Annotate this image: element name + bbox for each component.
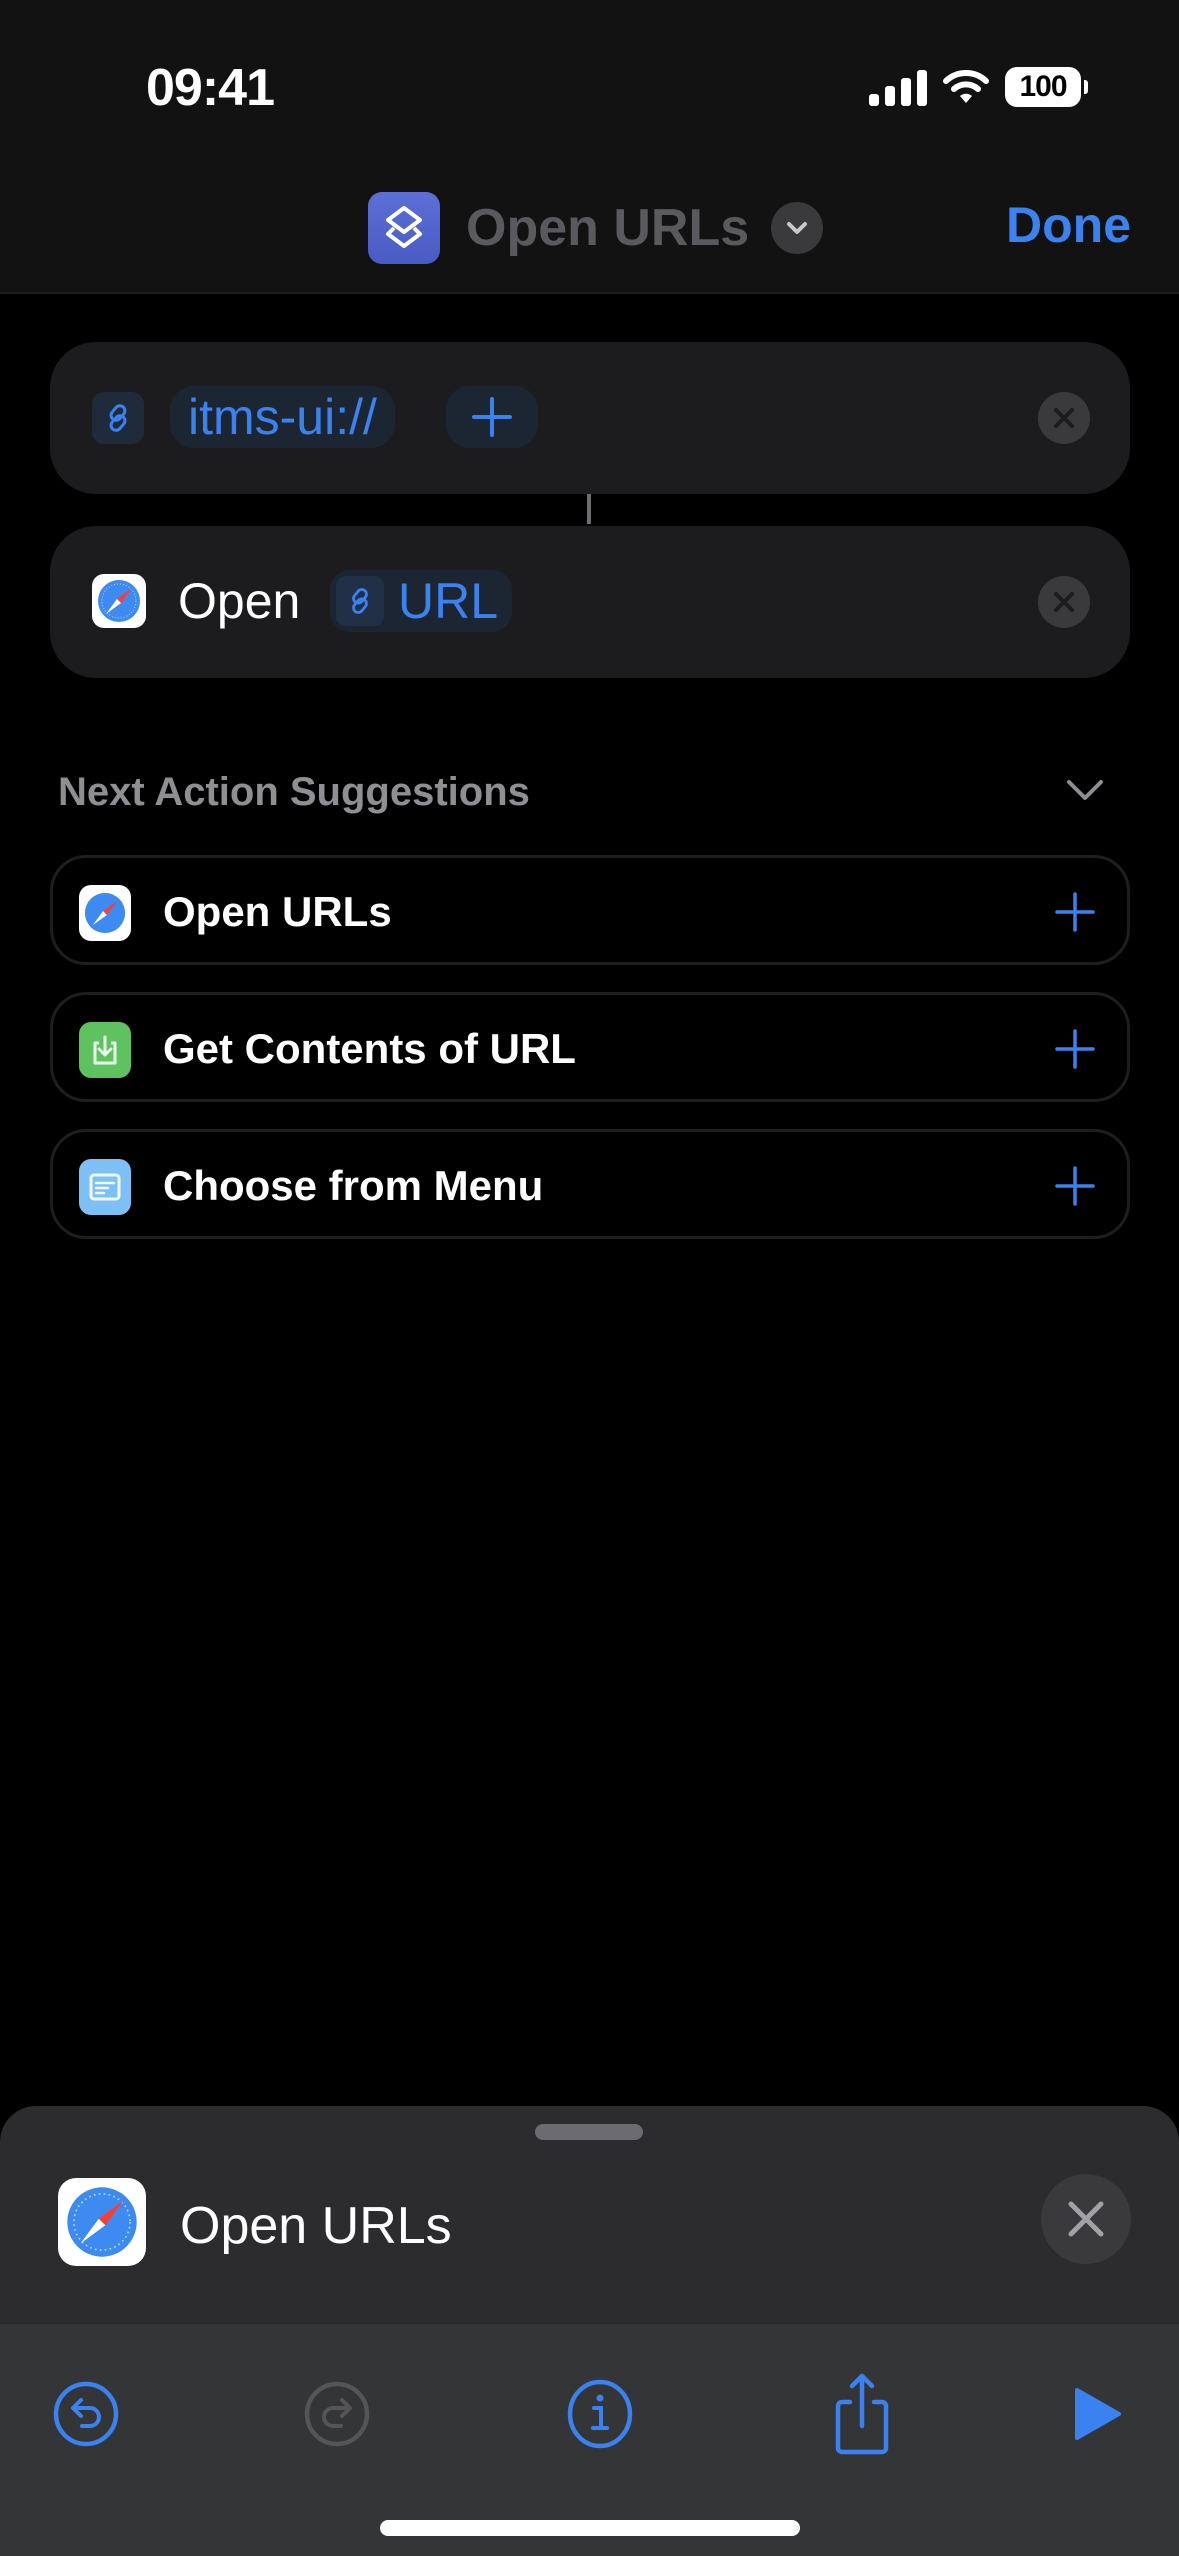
play-icon xyxy=(1075,2388,1121,2440)
editor-toolbar xyxy=(0,2322,1179,2556)
url-action-card[interactable]: itms-ui:// xyxy=(50,342,1130,494)
url-value-field[interactable]: itms-ui:// xyxy=(170,386,395,448)
url-parameter-token[interactable]: URL xyxy=(330,570,513,632)
suggestion-label: Choose from Menu xyxy=(163,1162,544,1209)
suggestion-open-urls[interactable]: Open URLs xyxy=(50,855,1130,965)
download-icon xyxy=(79,1022,131,1078)
done-button[interactable]: Done xyxy=(1006,196,1131,254)
remove-action-button[interactable] xyxy=(1038,576,1090,628)
wifi-icon xyxy=(943,70,989,103)
suggestion-label: Get Contents of URL xyxy=(163,1025,576,1072)
battery-icon: 100 xyxy=(1005,67,1088,107)
menu-icon xyxy=(79,1159,131,1215)
redo-button[interactable] xyxy=(297,2374,377,2454)
plus-icon xyxy=(472,397,512,437)
url-parameter-label: URL xyxy=(398,573,499,629)
link-icon xyxy=(336,576,384,626)
close-icon xyxy=(1054,408,1074,428)
plus-icon[interactable] xyxy=(1049,886,1101,938)
shortcuts-icon xyxy=(368,192,440,264)
shortcut-title-menu[interactable]: Open URLs xyxy=(368,192,824,264)
chevron-down-icon[interactable] xyxy=(771,202,824,254)
navigation-header: 09:41 100 Open URLs Done xyxy=(0,0,1179,294)
action-verb: Open xyxy=(178,573,301,629)
open-urls-action-card[interactable]: Open URL xyxy=(50,526,1130,678)
safari-icon xyxy=(58,2178,146,2266)
undo-button[interactable] xyxy=(46,2374,126,2454)
safari-icon xyxy=(79,885,131,941)
info-icon xyxy=(567,2379,633,2449)
info-button[interactable] xyxy=(560,2374,640,2454)
redo-icon xyxy=(304,2381,370,2447)
run-button[interactable] xyxy=(1058,2374,1138,2454)
plus-icon[interactable] xyxy=(1049,1023,1101,1075)
suggestions-header: Next Action Suggestions xyxy=(58,770,530,814)
suggestion-label: Open URLs xyxy=(163,888,392,935)
plus-icon[interactable] xyxy=(1049,1160,1101,1212)
chevron-down-icon[interactable] xyxy=(1065,778,1105,809)
share-button[interactable] xyxy=(822,2364,902,2464)
shortcut-title[interactable]: Open URLs xyxy=(466,198,749,258)
cellular-signal-icon xyxy=(869,68,927,106)
close-icon xyxy=(1054,592,1074,612)
close-sheet-button[interactable] xyxy=(1041,2174,1131,2264)
home-indicator[interactable] xyxy=(380,2520,800,2536)
suggestion-choose-from-menu[interactable]: Choose from Menu xyxy=(50,1129,1130,1239)
action-connector xyxy=(587,494,591,524)
status-icons: 100 xyxy=(869,64,1088,110)
sheet-grabber[interactable] xyxy=(535,2124,643,2140)
add-variable-button[interactable] xyxy=(446,386,538,448)
safari-icon xyxy=(92,574,146,628)
action-detail-sheet: Open URLs xyxy=(0,2106,1179,2556)
share-icon xyxy=(835,2373,889,2455)
link-icon xyxy=(92,392,144,444)
remove-action-button[interactable] xyxy=(1038,392,1090,444)
suggestion-get-contents-of-url[interactable]: Get Contents of URL xyxy=(50,992,1130,1102)
undo-icon xyxy=(53,2381,119,2447)
close-icon xyxy=(1068,2201,1104,2237)
status-time: 09:41 xyxy=(146,59,275,117)
sheet-title: Open URLs xyxy=(180,2197,452,2255)
